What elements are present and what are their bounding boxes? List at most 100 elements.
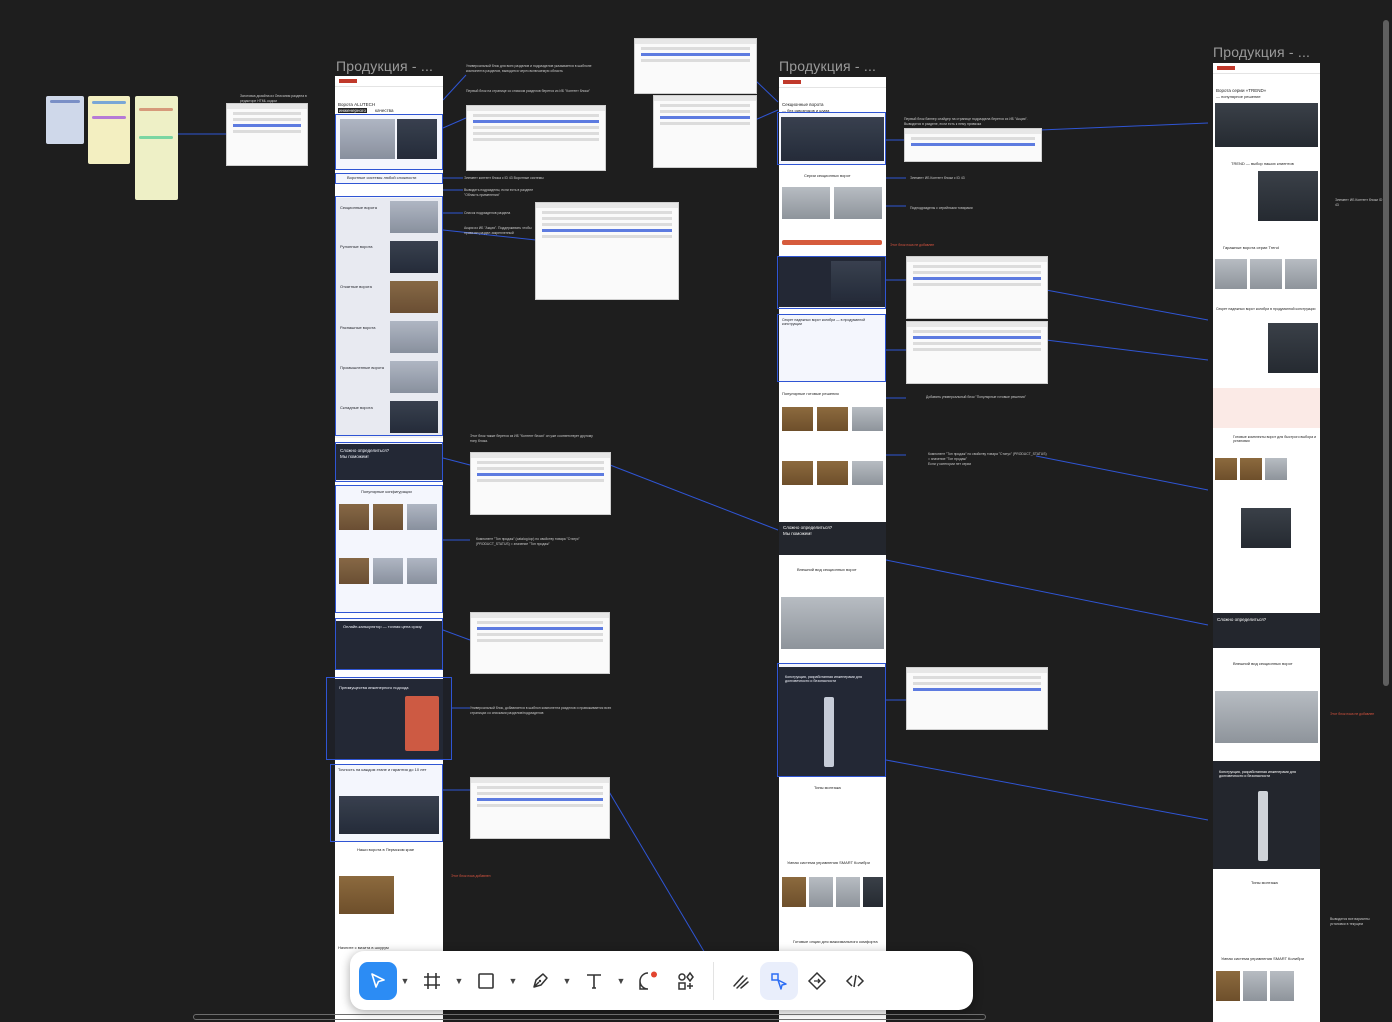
mid-smart-title: Умная система управления SMART Колибри bbox=[787, 860, 870, 865]
right-hero-title: Ворота серии «TREND» bbox=[1216, 88, 1267, 93]
highlight-mid-hero[interactable] bbox=[777, 112, 886, 165]
horizontal-scrollbar[interactable] bbox=[193, 1014, 986, 1020]
assets-tool[interactable] bbox=[667, 962, 705, 1000]
admin-screenshot-2[interactable] bbox=[535, 202, 679, 300]
note-5: Список подразделов раздела bbox=[464, 211, 511, 215]
design-canvas[interactable]: Продукция - ... Продукция - ... Продукци… bbox=[0, 0, 1392, 1022]
page-sectional-doors[interactable]: Секционные ворота — без сквозняков и шум… bbox=[779, 77, 886, 1022]
right-look-title: Внешний вид секционных ворот bbox=[1233, 661, 1293, 666]
move-tool[interactable] bbox=[359, 961, 397, 1000]
pen-icon bbox=[533, 972, 548, 988]
right-secret-title: Секрет надежных ворот колибри в продуман… bbox=[1216, 307, 1316, 311]
left-start-title: Начните с визита в шоурум bbox=[338, 945, 389, 950]
note-7: Этот блок также берется из ИБ "Контент б… bbox=[470, 434, 593, 443]
highlight-systems[interactable] bbox=[335, 173, 443, 184]
right-mount-title: Типы монтажа bbox=[1251, 880, 1278, 885]
prototype-icon bbox=[807, 971, 827, 990]
admin-screenshot-7[interactable] bbox=[653, 95, 757, 168]
highlight-consult[interactable] bbox=[335, 442, 443, 482]
bottom-toolbar: ▼ ▼ ▼ ▼ ▼ bbox=[350, 951, 973, 1010]
vertical-scrollbar[interactable] bbox=[1383, 20, 1389, 686]
design-mode[interactable] bbox=[760, 961, 798, 1000]
frame-title-products-3[interactable]: Продукция - ... bbox=[1213, 44, 1310, 60]
highlight-calc[interactable] bbox=[335, 618, 443, 670]
note-14: Добавить универсальный блок "Популярные … bbox=[926, 395, 1026, 399]
highlight-precision[interactable] bbox=[330, 764, 443, 842]
admin-screenshot-3[interactable] bbox=[470, 452, 611, 515]
note-2: Первый блок на странице со списком разде… bbox=[466, 89, 590, 93]
right-smart-title: Умная система управления SMART Колибри bbox=[1221, 956, 1304, 961]
highlight-mid-secret[interactable] bbox=[777, 314, 886, 382]
right-construct-title: Конструкция, разработанная инженерами дл… bbox=[1219, 770, 1296, 778]
admin-screenshot-6[interactable] bbox=[634, 38, 757, 94]
mid-consult-title: Сложно определиться? bbox=[783, 525, 833, 530]
note-16: Если у категории нет серии bbox=[928, 462, 972, 466]
prototype-mode[interactable] bbox=[798, 962, 836, 1000]
admin-screenshot-10[interactable] bbox=[906, 321, 1048, 384]
frame-title-products-2[interactable]: Продукция - ... bbox=[779, 58, 876, 74]
rectangle-tool[interactable] bbox=[467, 962, 505, 1000]
frame-tool-chevron-down-icon[interactable]: ▼ bbox=[451, 962, 467, 1000]
note-11: Первый блок баннер слайдер на странице п… bbox=[904, 117, 1028, 126]
highlight-categories[interactable] bbox=[335, 196, 443, 436]
note-10: Этот блок пока добавлен bbox=[451, 874, 491, 878]
move-tool-chevron-down-icon[interactable]: ▼ bbox=[397, 962, 413, 1000]
rectangle-tool-chevron-down-icon[interactable]: ▼ bbox=[505, 962, 521, 1000]
admin-screenshot-9[interactable] bbox=[906, 256, 1048, 319]
highlight-popular[interactable] bbox=[335, 485, 443, 613]
mid-look-title: Внешний вид секционных ворот bbox=[797, 567, 857, 572]
right-hero-sub: — популярное решение bbox=[1216, 94, 1261, 99]
cursor-icon bbox=[371, 972, 385, 988]
comment-icon bbox=[639, 971, 657, 990]
admin-screenshot-5[interactable] bbox=[470, 777, 610, 839]
admin-screenshot-4[interactable] bbox=[470, 612, 610, 674]
note-18: Элемент ИБ Контент блоки ID 43 bbox=[1335, 198, 1383, 207]
highlight-hero[interactable] bbox=[335, 114, 443, 170]
right-choice-title: TREND — выбор наших клиентов bbox=[1231, 161, 1294, 166]
description-editor-screenshot[interactable] bbox=[226, 103, 308, 166]
note-19: Выводится все варианты установки в текущ… bbox=[1330, 917, 1370, 926]
dev-mode[interactable] bbox=[836, 962, 874, 1000]
mid-series-title: Серии секционных ворот bbox=[804, 173, 851, 178]
note-15: Компонент "Топ продаж" по свойству товар… bbox=[928, 452, 1047, 461]
admin-screenshot-11[interactable] bbox=[906, 667, 1048, 730]
note-4: Выводить подразделы, если есть в разделе… bbox=[464, 188, 534, 197]
components-icon bbox=[678, 971, 694, 990]
note-20: Этот блок пока не добавлен bbox=[1330, 712, 1375, 716]
design-icon bbox=[771, 972, 787, 990]
mid-popular-title: Популярные готовые решения bbox=[782, 391, 839, 396]
note-12: Элемент ИБ Контент блоки с ID 43 bbox=[910, 176, 965, 180]
note-8: Компонент "Топ продаж" (catalog.top) по … bbox=[476, 537, 580, 546]
draw-mode[interactable] bbox=[722, 962, 760, 1000]
frame-tool[interactable] bbox=[413, 962, 451, 1000]
frame-title-products-1[interactable]: Продукция - ... bbox=[336, 58, 433, 74]
left-hero-rest: качества bbox=[375, 108, 394, 113]
note-6: Акция из ИБ "Акция". Поддерживать чтобы … bbox=[464, 226, 532, 235]
left-hero-title: Ворота ALUTECH bbox=[338, 102, 376, 107]
admin-screenshot-8[interactable] bbox=[904, 128, 1042, 162]
comment-tool[interactable] bbox=[629, 962, 667, 1000]
note-9: Универсальный блок, добавляется в шаблон… bbox=[470, 706, 612, 715]
text-tool[interactable] bbox=[575, 962, 613, 1000]
highlight-mid-construct[interactable] bbox=[777, 663, 886, 777]
note-13: Подподразделы с серийными товарами bbox=[910, 206, 973, 210]
highlight-mid-banner[interactable] bbox=[777, 256, 886, 309]
note-3: Элемент контент блока с ID 43 Воротные с… bbox=[464, 176, 544, 180]
draw-icon bbox=[733, 974, 749, 989]
highlight-advantages[interactable] bbox=[326, 677, 452, 760]
mid-hero-title: Секционные ворота bbox=[782, 102, 824, 107]
text-icon bbox=[587, 973, 601, 989]
mid-consult-sub: Мы поможем! bbox=[783, 531, 812, 536]
right-consult-title: Сложно определиться? bbox=[1217, 617, 1267, 622]
left-hero-badge: инженерного bbox=[338, 108, 368, 113]
pen-tool-chevron-down-icon[interactable]: ▼ bbox=[559, 962, 575, 1000]
page-trend-series[interactable]: Ворота серии «TREND» — популярное решени… bbox=[1213, 63, 1320, 1022]
sticky-notes-cluster[interactable] bbox=[46, 96, 178, 200]
mid-ready-title: Готовые опции для максимального комфорта bbox=[793, 939, 878, 944]
admin-screenshot-1[interactable] bbox=[466, 105, 606, 171]
note-1: Универсальный блок для всех разделов и п… bbox=[466, 64, 592, 73]
right-garage-title: Гаражные ворота серии Trend bbox=[1223, 245, 1279, 250]
rectangle-icon bbox=[478, 972, 494, 989]
text-tool-chevron-down-icon[interactable]: ▼ bbox=[613, 962, 629, 1000]
pen-tool[interactable] bbox=[521, 962, 559, 1000]
